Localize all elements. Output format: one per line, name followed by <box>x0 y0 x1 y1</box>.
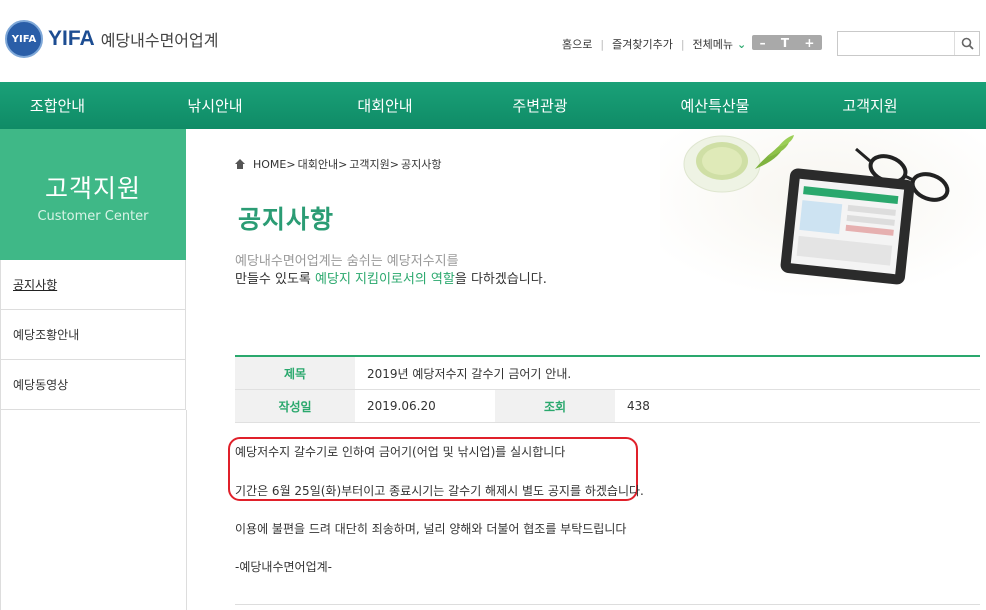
slogan-text: 을 다하겠습니다. <box>454 272 547 287</box>
sidebar-divider <box>186 410 187 610</box>
sidebar-title: 고객지원 <box>44 174 141 203</box>
content-divider <box>235 604 980 605</box>
page-title: 공지사항 <box>238 205 335 234</box>
logo-name: 예당내수면어업계 <box>100 31 219 50</box>
logo-mark-icon: YIFA <box>5 20 43 58</box>
post-info-table: 제목 2019년 예당저수지 갈수기 금어기 안내. 작성일 2019.06.2… <box>235 355 980 423</box>
site-logo[interactable]: YIFA YIFA 예당내수면어업계 <box>5 20 218 58</box>
views-label: 조회 <box>495 390 615 422</box>
home-link[interactable]: 홈으로 <box>562 36 592 52</box>
date-value: 2019.06.20 <box>367 399 436 413</box>
body-line-2: 기간은 6월 25일(화)부터이고 종료시기는 갈수기 해제시 별도 공지를 하… <box>235 484 644 498</box>
date-label: 작성일 <box>235 390 355 422</box>
logo-brand: YIFA <box>48 27 95 50</box>
breadcrumb: HOME> 대회안내> 고객지원> 공지사항 <box>235 156 441 172</box>
slogan-highlight: 예당지 지킴이로서의 역할 <box>315 272 455 287</box>
tablet-illustration <box>660 129 986 299</box>
nav-item-support[interactable]: 고객지원 <box>805 82 935 129</box>
font-size-controls: – T + <box>752 35 822 50</box>
nav-item-union[interactable]: 조합안내 <box>0 82 115 129</box>
font-increase-button[interactable]: + <box>804 36 814 50</box>
divider: | <box>600 37 605 51</box>
slogan-line-2: 만들수 있도록 예당지 지킴이로서의 역할을 다하겠습니다. <box>235 271 547 289</box>
table-row: 제목 2019년 예당저수지 갈수기 금어기 안내. <box>235 357 980 390</box>
slogan-text: 만들수 있도록 <box>235 272 316 287</box>
all-menu-link[interactable]: 전체메뉴 <box>693 36 733 52</box>
font-decrease-button[interactable]: – <box>760 36 766 50</box>
body-line-1: 예당저수지 갈수기로 인하여 금어기(어업 및 낚시업)를 실시합니다 <box>235 445 566 459</box>
search-box <box>837 31 980 56</box>
chevron-down-icon[interactable]: ⌄ <box>737 38 746 51</box>
breadcrumb-support[interactable]: 고객지원> <box>349 156 399 172</box>
slogan-line-1: 예당내수면어업계는 숨쉬는 예당저수지를 <box>235 254 459 269</box>
search-icon <box>961 37 974 50</box>
sidebar-subtitle: Customer Center <box>37 209 149 224</box>
sidebar-item-videos[interactable]: 예당동영상 <box>0 360 185 410</box>
search-input[interactable] <box>838 32 954 55</box>
nav-item-products[interactable]: 예산특산물 <box>625 82 805 129</box>
nav-item-tourism[interactable]: 주변관광 <box>455 82 625 129</box>
home-icon <box>235 159 245 169</box>
sidebar-item-fishing-report[interactable]: 예당조황안내 <box>0 310 185 360</box>
sidebar-item-notice[interactable]: 공지사항 <box>0 260 185 310</box>
sidebar-menu: 공지사항 예당조황안내 예당동영상 <box>0 260 186 410</box>
breadcrumb-notice[interactable]: 공지사항 <box>401 156 441 172</box>
nav-item-fishing[interactable]: 낚시안내 <box>115 82 315 129</box>
divider: | <box>680 37 685 51</box>
sidebar-header: 고객지원 Customer Center <box>0 129 186 260</box>
table-row: 작성일 2019.06.20 조회 438 <box>235 390 980 423</box>
breadcrumb-contest[interactable]: 대회안내> <box>298 156 348 172</box>
body-line-3: 이용에 불편을 드려 대단히 죄송하며, 널리 양해와 더불어 협조를 부탁드립… <box>235 522 627 536</box>
font-reset-button[interactable]: T <box>781 36 789 50</box>
bookmark-link[interactable]: 즐겨찾기추가 <box>612 36 673 52</box>
breadcrumb-home[interactable]: HOME> <box>253 158 296 171</box>
search-button[interactable] <box>954 32 979 55</box>
subject-value: 2019년 예당저수지 갈수기 금어기 안내. <box>367 366 572 381</box>
views-value: 438 <box>627 399 650 413</box>
main-nav: 조합안내 낚시안내 대회안내 주변관광 예산특산물 고객지원 <box>0 82 986 129</box>
subject-label: 제목 <box>235 357 355 389</box>
nav-item-contest[interactable]: 대회안내 <box>315 82 455 129</box>
body-line-4: -예당내수면어업계- <box>235 560 332 574</box>
page-slogan: 예당내수면어업계는 숨쉬는 예당저수지를 만들수 있도록 예당지 지킴이로서의 … <box>235 253 547 289</box>
site-header: YIFA YIFA 예당내수면어업계 홈으로 | 즐겨찾기추가 | 전체메뉴 ⌄… <box>0 0 986 82</box>
utility-links: 홈으로 | 즐겨찾기추가 | 전체메뉴 ⌄ <box>562 36 746 52</box>
